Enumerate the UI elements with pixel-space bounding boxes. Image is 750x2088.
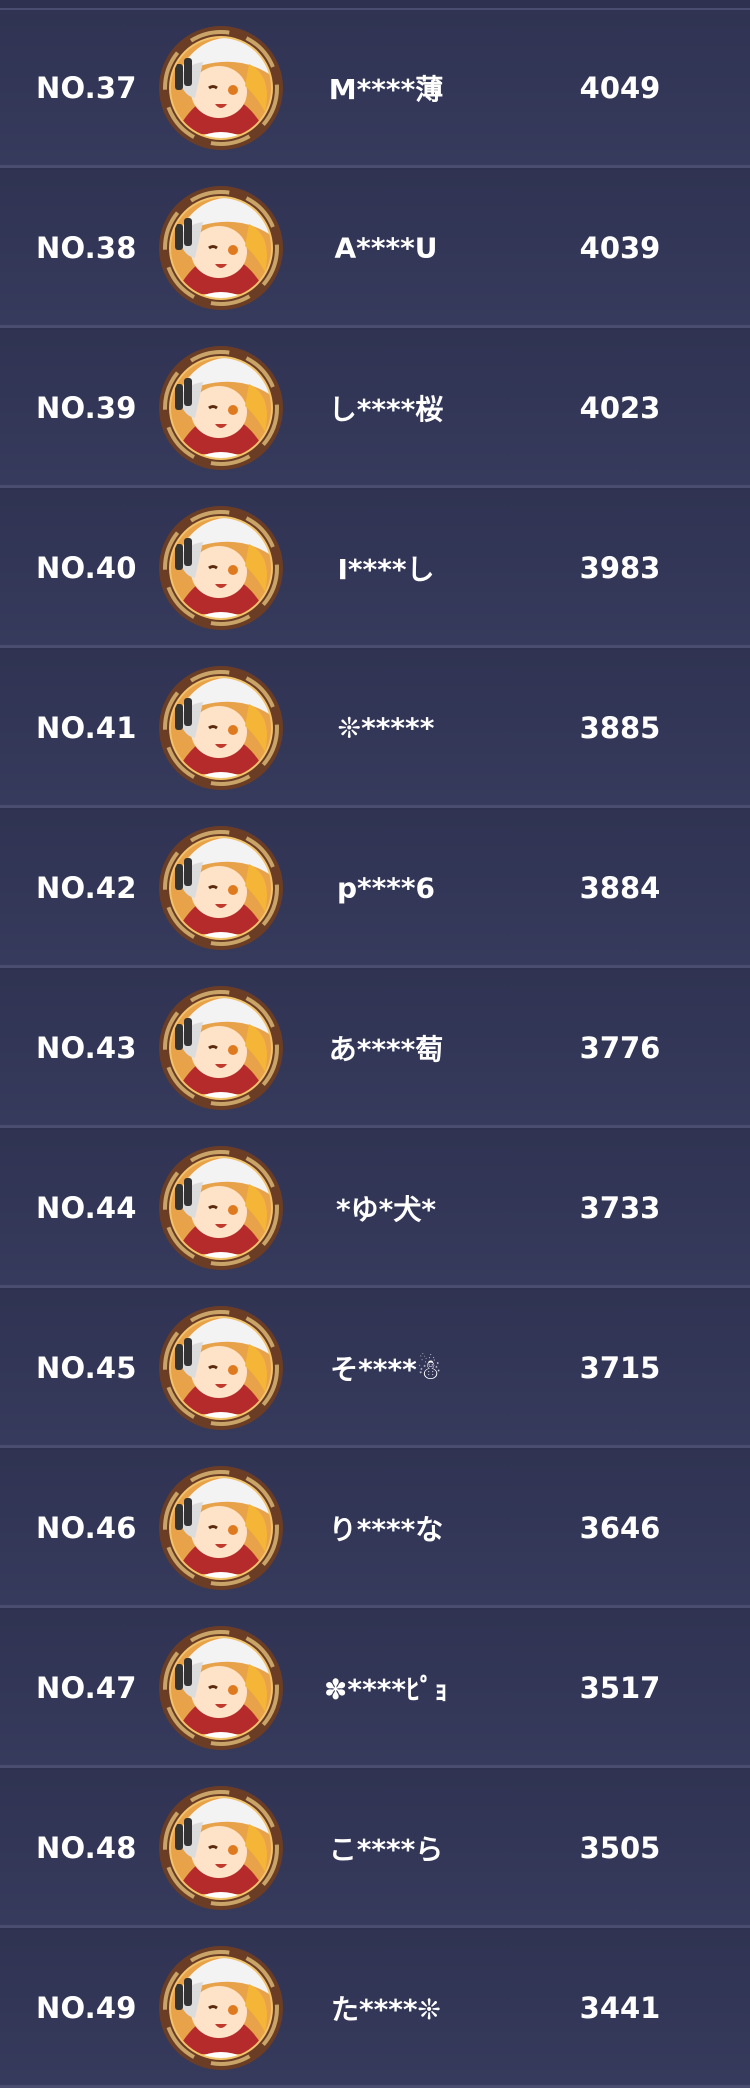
character-avatar-icon[interactable] <box>157 664 285 792</box>
character-avatar-icon[interactable] <box>157 344 285 472</box>
player-score: 3441 <box>579 1990 661 2025</box>
ranking-row[interactable]: NO.43 あ****萄 3776 <box>0 970 750 1128</box>
player-name: そ****☃ <box>330 1352 442 1386</box>
rank-label: NO.48 <box>36 1830 137 1865</box>
player-name: A****U <box>334 231 438 264</box>
player-name: p****6 <box>336 871 436 904</box>
ranking-row[interactable]: NO.46 り****な 3646 <box>0 1450 750 1608</box>
ranking-row[interactable]: NO.41 ❊***** 3885 <box>0 650 750 808</box>
rank-label: NO.38 <box>36 230 137 265</box>
character-avatar-icon[interactable] <box>157 984 285 1112</box>
ranking-row[interactable]: NO.49 た****❊ 3441 <box>0 1930 750 2088</box>
player-name: あ****萄 <box>328 1032 444 1066</box>
character-avatar-icon[interactable] <box>157 824 285 952</box>
rank-label: NO.47 <box>36 1670 137 1705</box>
ranking-row[interactable]: NO.37 M****薄 4049 <box>0 10 750 168</box>
character-avatar-icon[interactable] <box>157 184 285 312</box>
player-name: ❊***** <box>337 711 435 744</box>
rank-label: NO.37 <box>36 70 137 105</box>
character-avatar-icon[interactable] <box>157 1624 285 1752</box>
ranking-row[interactable]: NO.45 そ****☃ 3715 <box>0 1290 750 1448</box>
ranking-row[interactable]: NO.38 A****U 4039 <box>0 170 750 328</box>
player-name: ✽****ﾋﾟｮ <box>323 1672 449 1706</box>
player-name: し****桜 <box>328 392 444 426</box>
character-avatar-icon[interactable] <box>157 1304 285 1432</box>
player-score: 4023 <box>579 390 661 425</box>
character-avatar-icon[interactable] <box>157 504 285 632</box>
player-score: 4049 <box>579 70 661 105</box>
character-avatar-icon[interactable] <box>157 24 285 152</box>
character-avatar-icon[interactable] <box>157 1464 285 1592</box>
rank-label: NO.40 <box>36 550 137 585</box>
player-name: *ゆ*犬* <box>336 1192 436 1226</box>
rank-label: NO.44 <box>36 1190 137 1225</box>
ranking-row[interactable]: NO.42 p****6 3884 <box>0 810 750 968</box>
character-avatar-icon[interactable] <box>157 1144 285 1272</box>
player-score: 4039 <box>579 230 661 265</box>
player-name: I****し <box>337 552 435 586</box>
ranking-row[interactable]: NO.48 こ****ら 3505 <box>0 1770 750 1928</box>
player-score: 3885 <box>579 710 661 745</box>
player-score: 3505 <box>579 1830 661 1865</box>
player-name: こ****ら <box>328 1832 444 1866</box>
rank-label: NO.42 <box>36 870 137 905</box>
player-score: 3776 <box>579 1030 661 1065</box>
rank-label: NO.43 <box>36 1030 137 1065</box>
rank-label: NO.49 <box>36 1990 137 2025</box>
ranking-list: NO.37 M****薄 4049 NO.38 A****U 4039 NO.39 <box>0 0 750 2088</box>
player-name: り****な <box>328 1512 444 1546</box>
player-score: 3733 <box>579 1190 661 1225</box>
rank-label: NO.39 <box>36 390 137 425</box>
player-score: 3517 <box>579 1670 661 1705</box>
ranking-row[interactable]: NO.44 *ゆ*犬* 3733 <box>0 1130 750 1288</box>
rank-label: NO.45 <box>36 1350 137 1385</box>
ranking-row[interactable]: NO.40 I****し 3983 <box>0 490 750 648</box>
player-name: た****❊ <box>330 1992 442 2026</box>
player-score: 3715 <box>579 1350 661 1385</box>
player-score: 3884 <box>579 870 661 905</box>
player-score: 3983 <box>579 550 661 585</box>
player-name: M****薄 <box>328 72 444 106</box>
character-avatar-icon[interactable] <box>157 1944 285 2072</box>
ranking-row[interactable]: NO.47 ✽****ﾋﾟｮ 3517 <box>0 1610 750 1768</box>
character-avatar-icon[interactable] <box>157 1784 285 1912</box>
rank-label: NO.46 <box>36 1510 137 1545</box>
rank-label: NO.41 <box>36 710 137 745</box>
ranking-row[interactable]: NO.39 し****桜 4023 <box>0 330 750 488</box>
player-score: 3646 <box>579 1510 661 1545</box>
